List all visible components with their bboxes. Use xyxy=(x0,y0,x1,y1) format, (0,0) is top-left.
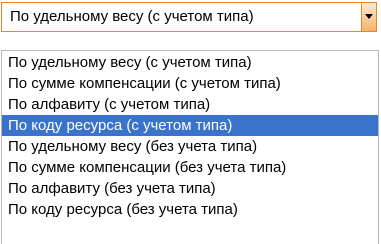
option-weight-with-type[interactable]: По удельному весу (с учетом типа) xyxy=(2,52,378,73)
option-alphabet-without-type[interactable]: По алфавиту (без учета типа) xyxy=(2,178,378,199)
option-alphabet-with-type[interactable]: По алфавиту (с учетом типа) xyxy=(2,94,378,115)
sort-order-dropdown-widget: По удельному весу (с учетом типа) По уде… xyxy=(0,0,381,244)
combobox-selected-value: По удельному весу (с учетом типа) xyxy=(10,8,254,25)
option-resource-code-without-type[interactable]: По коду ресурса (без учета типа) xyxy=(2,199,378,220)
sort-order-combobox[interactable]: По удельному весу (с учетом типа) xyxy=(1,2,377,32)
option-resource-code-with-type[interactable]: По коду ресурса (с учетом типа) xyxy=(2,115,378,136)
option-compensation-without-type[interactable]: По сумме компенсации (без учета типа) xyxy=(2,157,378,178)
combobox-dropdown-button[interactable] xyxy=(361,3,376,31)
option-weight-without-type[interactable]: По удельному весу (без учета типа) xyxy=(2,136,378,157)
option-compensation-with-type[interactable]: По сумме компенсации (с учетом типа) xyxy=(2,73,378,94)
dropdown-arrow-icon xyxy=(365,14,373,19)
sort-order-options-list[interactable]: По удельному весу (с учетом типа) По сум… xyxy=(1,50,379,244)
